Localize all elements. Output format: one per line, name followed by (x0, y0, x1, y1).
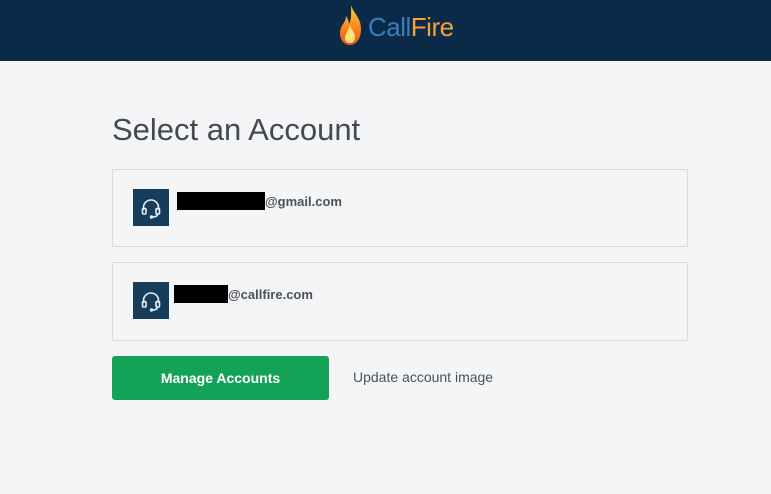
account-email: @gmail.com (177, 191, 342, 211)
headset-icon (141, 198, 161, 219)
redacted-username (174, 285, 228, 303)
flame-icon (340, 5, 361, 45)
top-bar: CallFire (0, 0, 771, 61)
email-domain: @gmail.com (265, 193, 342, 209)
callfire-logo[interactable]: CallFire (337, 2, 454, 48)
account-email: @callfire.com (174, 284, 313, 304)
avatar (133, 189, 169, 226)
update-account-image-link[interactable]: Update account image (353, 368, 493, 386)
headset-icon (141, 291, 161, 312)
account-card-gmail[interactable]: @gmail.com (112, 169, 688, 247)
account-card-callfire[interactable]: @callfire.com (112, 262, 688, 341)
brand-name: CallFire (368, 11, 454, 42)
avatar (133, 282, 169, 319)
redacted-username (177, 192, 265, 210)
email-domain: @callfire.com (228, 286, 313, 302)
page-title: Select an Account (112, 112, 361, 147)
manage-accounts-button[interactable]: Manage Accounts (112, 356, 329, 400)
